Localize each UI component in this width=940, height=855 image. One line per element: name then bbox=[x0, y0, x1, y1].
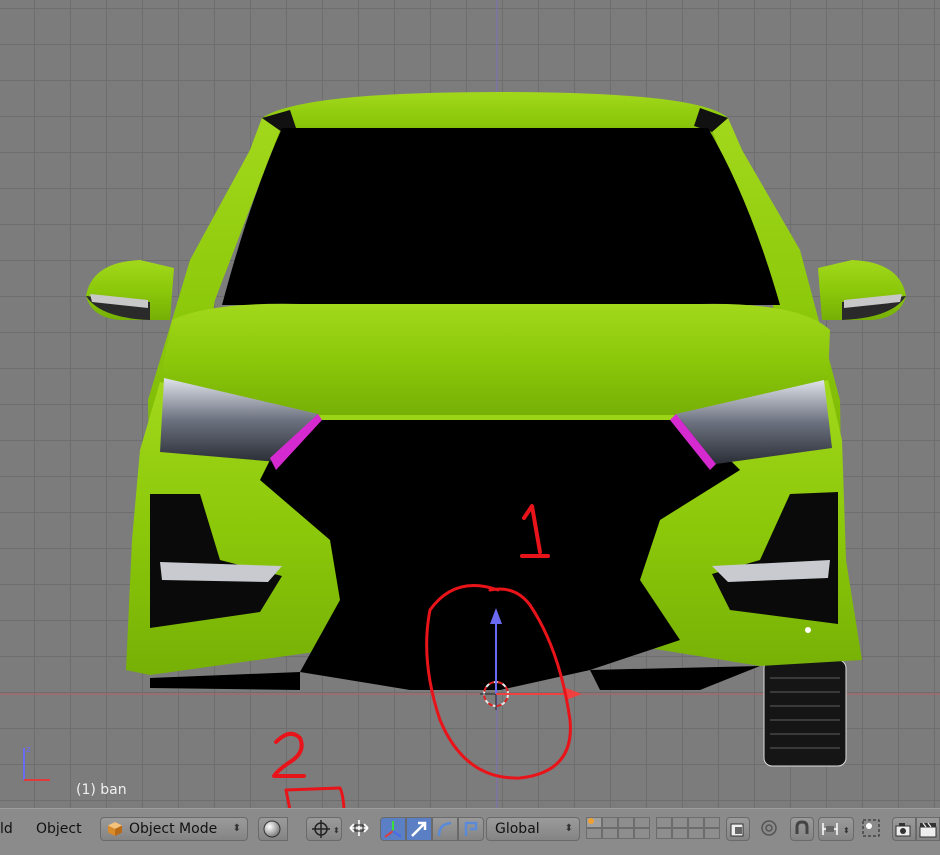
viewport-header: ld Object Object Mode ⬍ ⬍ Global ⬍ ⬍ bbox=[0, 808, 940, 855]
mode-select[interactable]: Object Mode ⬍ bbox=[100, 817, 248, 841]
svg-text:z: z bbox=[26, 745, 31, 755]
scale-button[interactable] bbox=[458, 817, 484, 841]
layer-4[interactable] bbox=[634, 817, 650, 828]
snap-element-select[interactable]: ⬍ bbox=[818, 817, 854, 841]
opengl-animation-button[interactable] bbox=[916, 817, 940, 841]
pivot-icon: ⬍ bbox=[312, 820, 340, 838]
proportional-icon bbox=[761, 820, 777, 836]
view-menu[interactable]: ld bbox=[0, 817, 13, 841]
solid-shade-icon bbox=[263, 820, 281, 838]
view-axes-icon: z bbox=[23, 745, 50, 781]
layer-10[interactable] bbox=[672, 817, 688, 828]
updown-icon: ⬍ bbox=[232, 823, 241, 834]
snap-icon: ⬍ bbox=[822, 823, 850, 835]
layer-7[interactable] bbox=[618, 828, 634, 839]
updown-icon: ⬍ bbox=[564, 823, 573, 834]
layer-8[interactable] bbox=[634, 828, 650, 839]
lock-layers-button[interactable] bbox=[726, 817, 750, 841]
layer-9[interactable] bbox=[656, 817, 672, 828]
rotate-button[interactable] bbox=[432, 817, 458, 841]
layer-15[interactable] bbox=[688, 828, 704, 839]
viewport-shading-button[interactable] bbox=[258, 817, 288, 841]
render-icon bbox=[862, 819, 880, 837]
layer-13[interactable] bbox=[656, 828, 672, 839]
layer-2[interactable] bbox=[602, 817, 618, 828]
transform-orientation-select[interactable]: Global ⬍ bbox=[486, 817, 580, 841]
car-model-view bbox=[0, 0, 940, 808]
wheel bbox=[763, 659, 847, 767]
active-layer-dot bbox=[588, 818, 594, 824]
active-object-label: (1) ban bbox=[76, 782, 127, 798]
translate-icon bbox=[384, 821, 402, 838]
cube-icon bbox=[108, 822, 122, 836]
layer-16[interactable] bbox=[704, 828, 720, 839]
move-arrow-icon bbox=[411, 821, 427, 837]
layer-14[interactable] bbox=[672, 828, 688, 839]
proportional-edit-button[interactable] bbox=[758, 817, 782, 841]
layer-11[interactable] bbox=[688, 817, 704, 828]
snap-toggle-button[interactable] bbox=[790, 817, 814, 841]
manipulator-toggle[interactable] bbox=[346, 817, 374, 841]
object-menu[interactable]: Object bbox=[36, 817, 82, 841]
rotate-icon bbox=[437, 821, 452, 837]
manipulator-icon bbox=[349, 820, 369, 836]
windshield bbox=[222, 128, 780, 305]
svg-text:⬍: ⬍ bbox=[843, 826, 850, 835]
lock-icon bbox=[730, 823, 744, 837]
opengl-render-button[interactable] bbox=[892, 817, 916, 841]
layer-5[interactable] bbox=[586, 828, 602, 839]
scale-icon bbox=[464, 821, 478, 836]
camera-icon bbox=[895, 823, 911, 837]
pivot-point-button[interactable]: ⬍ bbox=[306, 817, 342, 841]
3d-viewport[interactable]: z (1) ban bbox=[0, 0, 940, 808]
mode-label: Object Mode bbox=[129, 821, 218, 837]
magnet-icon bbox=[795, 820, 809, 834]
layer-3[interactable] bbox=[618, 817, 634, 828]
render-region-button[interactable] bbox=[860, 817, 884, 841]
layer-12[interactable] bbox=[704, 817, 720, 828]
translate-button[interactable] bbox=[380, 817, 406, 841]
layer-6[interactable] bbox=[602, 828, 618, 839]
orientation-label: Global bbox=[495, 821, 540, 837]
svg-text:⬍: ⬍ bbox=[333, 826, 340, 835]
move-button[interactable] bbox=[406, 817, 432, 841]
hood bbox=[160, 303, 830, 415]
clapper-icon bbox=[919, 822, 937, 838]
